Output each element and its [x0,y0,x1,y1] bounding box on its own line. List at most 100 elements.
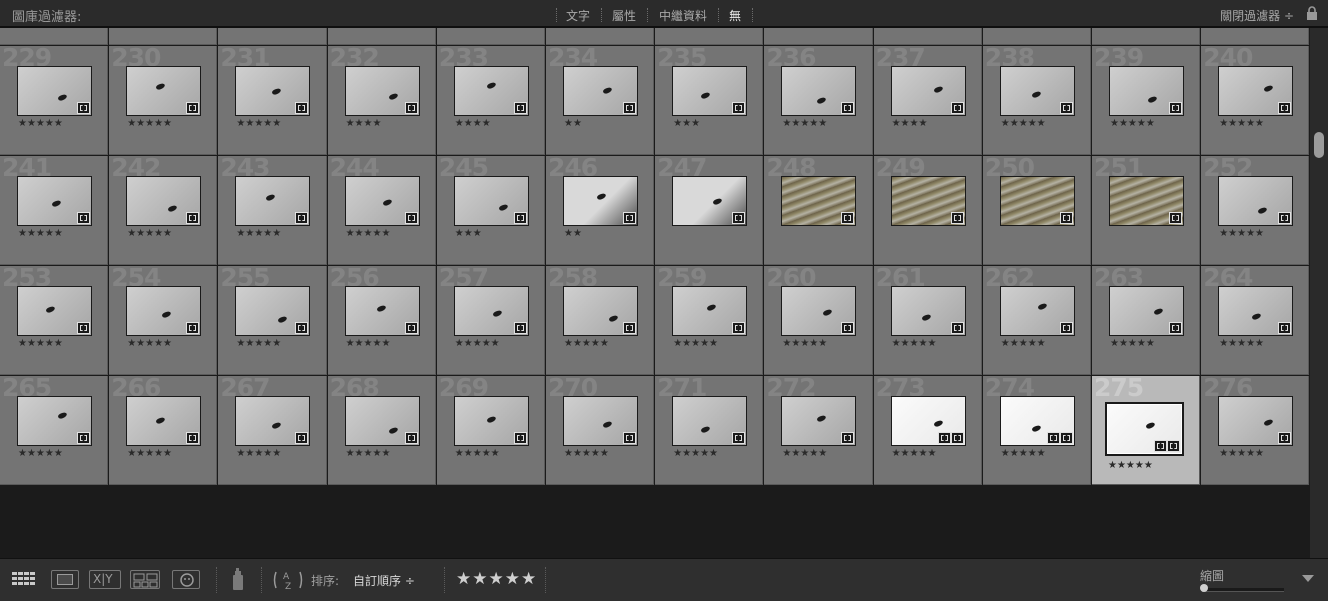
grid-cell[interactable]: 260 ★★★★★ [764,266,873,375]
photo-thumbnail[interactable] [453,396,529,446]
grid-cell[interactable]: 271 ★★★★★ [655,376,764,485]
photo-thumbnail[interactable] [781,396,857,446]
crop-badge-icon[interactable] [1278,432,1292,444]
crop-badge-icon[interactable] [950,102,964,114]
crop-badge-icon[interactable] [1278,322,1292,334]
crop-badge-icon[interactable] [950,432,964,444]
crop-badge-icon[interactable] [1059,432,1073,444]
star-rating[interactable]: ★★★★★ [127,448,172,459]
photo-thumbnail[interactable] [563,286,638,336]
crop-badge-icon[interactable] [1169,102,1182,114]
grid-cell[interactable]: 219★★★★★ [218,28,327,45]
crop-badge-icon[interactable] [513,102,527,114]
crop-badge-icon[interactable] [1278,102,1292,114]
crop-badge-icon[interactable] [295,322,309,334]
filter-tab-none[interactable]: 無 [729,7,741,24]
crop-badge-icon[interactable] [950,322,964,334]
crop-badge-icon[interactable] [513,322,527,334]
star-rating[interactable]: ★★★★★ [236,448,281,459]
grid-cell[interactable]: 267 ★★★★★ [218,376,327,485]
filter-presets-dropdown[interactable]: 關閉過濾器 ÷ [1220,7,1294,24]
crop-badge-icon[interactable] [1169,212,1182,224]
photo-thumbnail[interactable] [344,176,420,226]
crop-badge-icon[interactable] [186,322,200,334]
thumbnail-size-slider-knob[interactable] [1200,584,1208,592]
painter-spray-can-icon[interactable] [231,567,245,595]
photo-thumbnail[interactable] [563,396,638,446]
star-rating[interactable]: ★★★★★ [18,338,63,349]
photo-thumbnail[interactable] [781,176,857,226]
star-rating[interactable]: ★★★★★ [236,228,281,239]
crop-badge-icon[interactable] [513,432,527,444]
crop-badge-icon[interactable] [404,432,418,444]
grid-cell[interactable]: 250 [982,156,1091,265]
star-rating[interactable]: ★★★★★ [782,118,827,129]
star-rating[interactable]: ★★★★★ [455,338,500,349]
grid-cell[interactable]: 273 ★★★★★ [873,376,982,485]
grid-cell[interactable]: 225★★★★★ [873,28,982,45]
compare-view-button[interactable]: X|Y [89,570,121,589]
photo-thumbnail[interactable] [1109,176,1184,226]
star-rating[interactable]: ★★★★ [892,118,928,129]
grid-cell[interactable]: 248 [764,156,873,265]
star-rating[interactable]: ★★★★★ [782,448,827,459]
grid-cell[interactable]: 256 ★★★★★ [327,266,436,375]
photo-thumbnail[interactable] [781,66,857,116]
grid-cell[interactable]: 233 ★★★★ [436,46,545,155]
photo-thumbnail[interactable] [17,66,92,116]
photo-thumbnail[interactable] [999,176,1075,226]
grid-cell[interactable]: 251 [1092,156,1201,265]
grid-cell[interactable]: 265 ★★★★★ [0,376,109,485]
grid-cell[interactable]: 229 ★★★★★ [0,46,109,155]
star-rating[interactable]: ★★★★★ [892,448,937,459]
photo-thumbnail[interactable] [344,66,420,116]
star-rating[interactable]: ★★★★★ [127,338,172,349]
photo-thumbnail[interactable] [563,176,638,226]
grid-cell[interactable]: 218★★★★★ [109,28,218,45]
rating-stars-control[interactable]: ★★★★★ [456,569,537,589]
star-rating[interactable]: ★★ [564,228,582,239]
star-rating[interactable]: ★★★★★ [18,228,63,239]
grid-cell[interactable]: 230 ★★★★★ [109,46,218,155]
photo-thumbnail[interactable] [890,66,966,116]
filter-tab-attribute[interactable]: 屬性 [612,7,636,24]
photo-thumbnail[interactable] [563,66,638,116]
star-rating[interactable]: ★★★★★ [346,448,391,459]
star-rating[interactable]: ★★★★★ [1108,460,1153,471]
photo-thumbnail[interactable] [1218,396,1294,446]
star-rating[interactable]: ★★★★★ [346,338,391,349]
star-rating[interactable]: ★★★★★ [127,118,172,129]
photo-thumbnail[interactable] [1218,286,1294,336]
grid-cell[interactable]: 226★★★★★ [982,28,1091,45]
crop-badge-icon[interactable] [186,102,200,114]
photo-thumbnail[interactable] [672,286,748,336]
crop-badge-icon[interactable] [1059,212,1073,224]
crop-badge-icon[interactable] [295,432,309,444]
people-view-icon[interactable] [172,570,200,589]
grid-cell[interactable]: 242 ★★★★★ [109,156,218,265]
star-rating[interactable]: ★★★★★ [455,448,500,459]
grid-cell[interactable]: 274 ★★★★★ [982,376,1091,485]
photo-thumbnail[interactable] [890,286,966,336]
crop-badge-icon[interactable] [186,212,200,224]
photo-thumbnail[interactable] [344,396,420,446]
photo-thumbnail[interactable] [1218,176,1294,226]
star-rating[interactable]: ★★★★★ [18,448,63,459]
grid-cell[interactable]: 258 ★★★★★ [546,266,655,375]
develop-adjust-badge-icon[interactable] [937,432,951,444]
crop-badge-icon[interactable] [732,322,746,334]
grid-cell[interactable]: 220★★★★★ [327,28,436,45]
lock-icon[interactable] [1306,6,1318,25]
crop-badge-icon[interactable] [623,322,636,334]
crop-badge-icon[interactable] [1278,212,1292,224]
photo-thumbnail[interactable] [17,176,92,226]
star-rating[interactable]: ★★★★★ [1219,448,1264,459]
grid-cell[interactable]: 245 ★★★ [436,156,545,265]
crop-badge-icon[interactable] [732,102,746,114]
star-rating[interactable]: ★★★★★ [1219,118,1264,129]
grid-cell[interactable]: 262 ★★★★★ [982,266,1091,375]
sort-order-dropdown[interactable]: 自訂順序 ÷ [353,572,415,589]
star-rating[interactable]: ★★★★★ [18,118,63,129]
grid-cell[interactable]: 264 ★★★★★ [1201,266,1310,375]
photo-thumbnail[interactable] [453,286,529,336]
